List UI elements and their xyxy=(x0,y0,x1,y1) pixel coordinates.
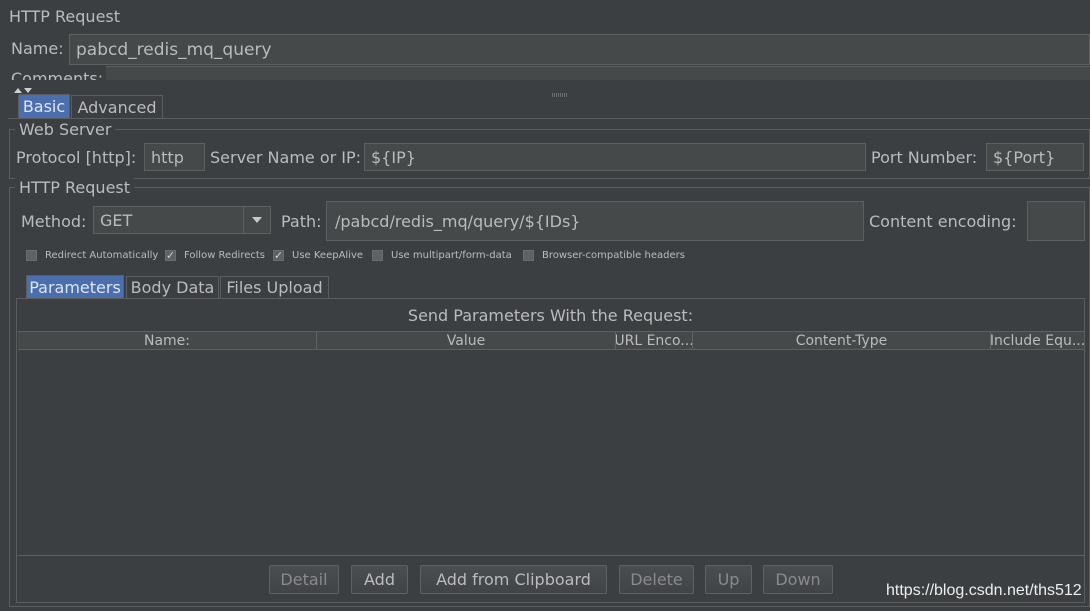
checkbox-box xyxy=(26,250,37,261)
browser-compatible-headers-checkbox[interactable]: Browser-compatible headers xyxy=(523,250,685,261)
dropdown-arrow-icon[interactable] xyxy=(243,207,270,233)
column-header-url-encode[interactable]: URL Enco... xyxy=(616,332,693,349)
port-label: Port Number: xyxy=(871,148,978,167)
checkbox-box xyxy=(523,250,534,261)
column-header-include-equals[interactable]: Include Equ... xyxy=(991,332,1084,349)
column-header-name[interactable]: Name: xyxy=(18,332,317,349)
server-name-input[interactable]: ${IP} xyxy=(364,143,866,171)
checkmark-icon: ✓ xyxy=(273,249,284,262)
down-button[interactable]: Down xyxy=(763,565,833,594)
tab-body-data[interactable]: Body Data xyxy=(126,276,219,298)
add-button[interactable]: Add xyxy=(351,565,408,594)
checkbox-box xyxy=(372,250,383,261)
server-name-label: Server Name or IP: xyxy=(210,148,362,167)
detail-button[interactable]: Detail xyxy=(269,565,339,594)
content-encoding-label: Content encoding: xyxy=(869,212,1017,231)
protocol-label: Protocol [http]: xyxy=(16,148,137,167)
follow-redirects-checkbox[interactable]: ✓ Follow Redirects xyxy=(165,250,265,261)
method-select[interactable]: GET xyxy=(93,206,271,234)
tab-basic[interactable]: Basic xyxy=(18,94,70,118)
checkmark-icon: ✓ xyxy=(165,249,176,262)
tab-divider xyxy=(8,118,1090,119)
comments-row: Comments: xyxy=(8,66,1090,80)
path-input[interactable]: /pabcd/redis_mq/query/${IDs} xyxy=(326,201,864,241)
tab-files-upload[interactable]: Files Upload xyxy=(220,276,329,298)
content-encoding-input[interactable] xyxy=(1027,201,1085,241)
parameters-title: Send Parameters With the Request: xyxy=(407,306,694,325)
add-from-clipboard-button[interactable]: Add from Clipboard xyxy=(420,565,607,594)
web-server-title: Web Server xyxy=(15,120,116,139)
comments-input[interactable] xyxy=(106,66,1090,80)
column-header-content-type[interactable]: Content-Type xyxy=(693,332,991,349)
tab-parameters[interactable]: Parameters xyxy=(26,275,124,298)
name-label: Name: xyxy=(11,39,64,58)
method-label: Method: xyxy=(21,212,87,231)
parameters-table-body[interactable] xyxy=(18,350,1084,556)
column-header-value[interactable]: Value xyxy=(317,332,616,349)
up-button[interactable]: Up xyxy=(705,565,752,594)
watermark-text: https://blog.csdn.net/ths512 xyxy=(886,582,1082,599)
method-value: GET xyxy=(100,210,133,230)
port-input[interactable]: ${Port} xyxy=(986,143,1084,171)
http-request-title: HTTP Request xyxy=(15,178,135,197)
comments-label: Comments: xyxy=(11,69,104,80)
tab-advanced[interactable]: Advanced xyxy=(71,95,163,118)
collapse-arrows-icon[interactable] xyxy=(12,80,36,93)
redirect-automatically-checkbox[interactable]: Redirect Automatically xyxy=(26,250,158,261)
use-multipart-checkbox[interactable]: Use multipart/form-data xyxy=(372,250,512,261)
path-label: Path: xyxy=(281,212,322,231)
protocol-input[interactable]: http xyxy=(144,143,205,171)
name-input[interactable]: pabcd_redis_mq_query xyxy=(69,34,1090,65)
use-keepalive-checkbox[interactable]: ✓ Use KeepAlive xyxy=(273,250,363,261)
panel-title: HTTP Request xyxy=(9,7,121,26)
splitter-grip-icon[interactable] xyxy=(552,83,568,97)
delete-button[interactable]: Delete xyxy=(619,565,694,594)
